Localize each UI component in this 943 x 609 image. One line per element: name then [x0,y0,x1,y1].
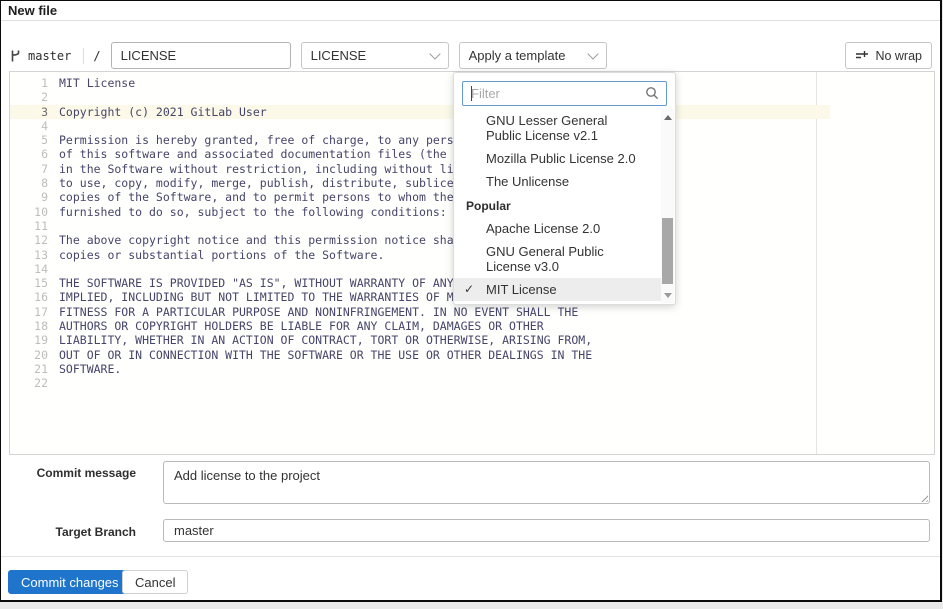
file-type-select[interactable]: LICENSE [301,42,449,69]
line-number: 22 [10,376,48,390]
target-branch-input[interactable] [163,519,930,542]
template-items: ✓GNU Lesser General Public License v2.1✓… [454,109,675,301]
line-number: 19 [10,333,48,347]
line-number: 14 [10,262,48,276]
file-type-select-value: LICENSE [311,48,367,63]
toolbar-separator [83,48,84,64]
branch-name: master [28,49,71,63]
line-text: furnished to do so, subject to the follo… [59,205,447,219]
template-option-label: Apache License 2.0 [486,221,600,236]
line-text: SOFTWARE. [59,362,121,376]
code-line[interactable]: 21 SOFTWARE. [10,362,934,376]
template-option[interactable]: ✓The Unlicense [454,170,661,193]
line-number: 8 [10,176,48,190]
chevron-down-icon [429,48,440,59]
dropdown-scrollbar[interactable] [661,109,674,303]
template-list: ✓GNU Lesser General Public License v2.1✓… [454,109,675,303]
target-branch-label: Target Branch [9,525,136,539]
scroll-up-arrow-icon[interactable] [661,111,674,123]
line-number: 2 [10,90,48,104]
cancel-button[interactable]: Cancel [122,570,188,594]
line-text: MIT License [59,76,135,90]
template-option-label: The Unlicense [486,174,569,189]
commit-changes-button[interactable]: Commit changes [8,570,132,594]
line-number: 4 [10,119,48,133]
path-separator: / [93,49,100,63]
soft-wrap-icon [855,50,870,61]
line-number: 13 [10,248,48,262]
template-dropdown-panel: ✓GNU Lesser General Public License v2.1✓… [453,72,676,305]
line-number: 10 [10,205,48,219]
line-number: 12 [10,233,48,247]
template-option-label: MIT License [486,282,557,297]
template-option-label: Mozilla Public License 2.0 [486,151,636,166]
line-number: 17 [10,305,48,319]
template-option[interactable]: ✓GNU General Public License v3.0 [454,240,661,278]
line-text: copies or substantial portions of the So… [59,248,384,262]
check-icon: ✓ [464,282,474,297]
scrollbar-thumb[interactable] [662,218,673,284]
line-number: 5 [10,133,48,147]
line-number: 9 [10,190,48,204]
filename-input[interactable] [111,42,291,69]
code-line[interactable]: 19 LIABILITY, WHETHER IN AN ACTION OF CON… [10,333,934,347]
line-number: 1 [10,76,48,90]
filter-wrap [462,81,667,106]
template-option-label: GNU Lesser General Public License v2.1 [486,113,607,143]
line-text: AUTHORS OR COPYRIGHT HOLDERS BE LIABLE F… [59,319,544,333]
text-caret [471,86,472,101]
commit-message-textarea[interactable]: Add license to the project [163,461,930,504]
search-icon [645,86,659,100]
code-line[interactable]: 20 OUT OF OR IN CONNECTION WITH THE SOFTW… [10,348,934,362]
git-branch-icon [9,49,22,63]
line-number: 6 [10,147,48,161]
template-option[interactable]: ✓GNU Lesser General Public License v2.1 [454,109,661,147]
line-number: 11 [10,219,48,233]
line-text: OUT OF OR IN CONNECTION WITH THE SOFTWAR… [59,348,592,362]
template-option[interactable]: ✓Mozilla Public License 2.0 [454,147,661,170]
chevron-down-icon [587,48,598,59]
line-number: 3 [10,105,48,119]
line-text: LIABILITY, WHETHER IN AN ACTION OF CONTR… [59,333,592,347]
no-wrap-label: No wrap [875,49,922,63]
line-number: 20 [10,348,48,362]
line-text: FITNESS FOR A PARTICULAR PURPOSE AND NON… [59,305,578,319]
code-line[interactable]: 18 AUTHORS OR COPYRIGHT HOLDERS BE LIABLE… [10,319,934,333]
title-divider [1,20,940,21]
template-select[interactable]: Apply a template [459,42,607,69]
template-option-label: GNU General Public License v3.0 [486,244,604,274]
template-select-value: Apply a template [469,48,566,63]
line-number: 21 [10,362,48,376]
filter-input[interactable] [462,81,667,106]
line-number: 7 [10,162,48,176]
branch-ref: master [9,49,71,63]
line-number: 16 [10,290,48,304]
line-number: 18 [10,319,48,333]
screen: New file master / LICENSE Apply a templa… [0,0,943,609]
file-toolbar: master / LICENSE Apply a template No [9,42,932,69]
template-option[interactable]: ✓ MIT License [454,278,661,301]
line-text: Copyright (c) 2021 GitLab User [59,105,267,119]
no-wrap-button[interactable]: No wrap [845,42,932,69]
commit-message-label: Commit message [9,466,136,480]
code-line[interactable]: 22 [10,376,934,390]
page-title: New file [8,3,57,18]
template-option[interactable]: ✓Apache License 2.0 [454,217,661,240]
template-section-header: Popular [454,193,675,217]
new-file-page: New file master / LICENSE Apply a templa… [0,0,942,602]
form-divider [1,556,940,557]
line-number: 15 [10,276,48,290]
code-line[interactable]: 17 FITNESS FOR A PARTICULAR PURPOSE AND N… [10,305,934,319]
scroll-down-arrow-icon[interactable] [661,289,674,301]
